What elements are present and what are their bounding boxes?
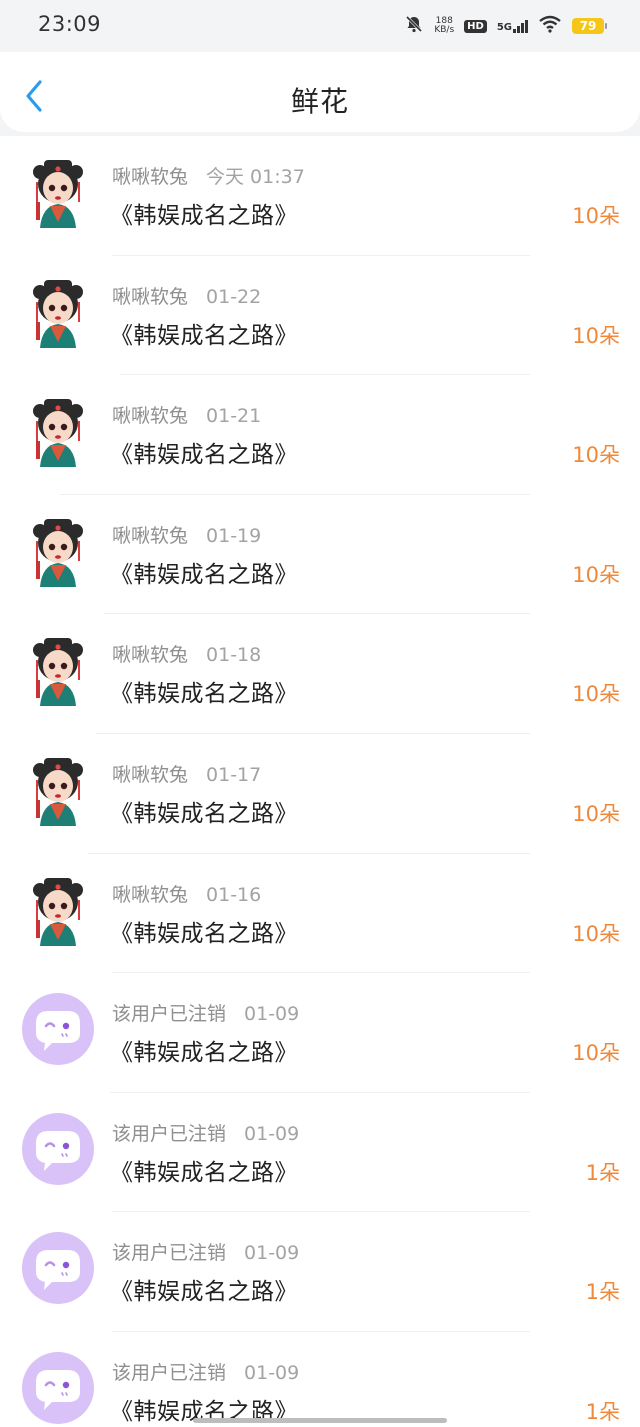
user-name[interactable]: 啾啾软兔 bbox=[112, 286, 188, 308]
flower-record-row[interactable]: 啾啾软兔 01-21 《韩娱成名之路》 10朵 bbox=[0, 375, 640, 495]
page-title: 鲜花 bbox=[290, 85, 349, 118]
flower-list[interactable]: 啾啾软兔 今天 01:37 《韩娱成名之路》 10朵 啾啾软兔 01-22 《韩娱成名之路》… bbox=[0, 136, 640, 1427]
record-date: 01-18 bbox=[206, 644, 262, 667]
record-meta: 啾啾软兔 01-22 bbox=[112, 282, 261, 309]
default-avatar[interactable] bbox=[22, 993, 94, 1065]
record-date: 今天 01:37 bbox=[206, 166, 305, 188]
user-name[interactable]: 啾啾软兔 bbox=[112, 166, 188, 188]
record-meta: 该用户已注销 01-09 bbox=[112, 1358, 299, 1385]
flower-amount: 1朵 bbox=[585, 1160, 620, 1185]
flower-record-row[interactable]: 啾啾软兔 01-18 《韩娱成名之路》 10朵 bbox=[0, 614, 640, 734]
user-name[interactable]: 啾啾软兔 bbox=[112, 405, 188, 427]
flower-record-row[interactable]: 啾啾软兔 01-22 《韩娱成名之路》 10朵 bbox=[0, 256, 640, 376]
record-date: 01-09 bbox=[244, 1003, 300, 1026]
flower-amount: 10朵 bbox=[572, 562, 620, 587]
flower-record-row[interactable]: 啾啾软兔 01-16 《韩娱成名之路》 10朵 bbox=[0, 854, 640, 974]
flower-amount: 1朵 bbox=[585, 1280, 620, 1305]
default-avatar[interactable] bbox=[22, 1232, 94, 1304]
net-speed: 188 KB/s bbox=[434, 17, 454, 35]
record-meta: 啾啾软兔 01-18 bbox=[112, 640, 261, 667]
status-bar: 23:09 188 KB/s HD 5G 79 bbox=[0, 0, 640, 52]
flower-amount: 10朵 bbox=[572, 682, 620, 707]
flower-record-row[interactable]: 该用户已注销 01-09 《韩娱成名之路》 1朵 bbox=[0, 1212, 640, 1332]
user-avatar[interactable] bbox=[22, 156, 94, 228]
record-date: 01-19 bbox=[206, 524, 262, 547]
book-title[interactable]: 《韩娱成名之路》 bbox=[110, 1033, 298, 1067]
status-time: 23:09 bbox=[38, 12, 102, 36]
user-name[interactable]: 该用户已注销 bbox=[112, 1123, 226, 1145]
nav-header: 鲜花 bbox=[0, 52, 640, 132]
user-avatar[interactable] bbox=[22, 276, 94, 348]
flower-record-row[interactable]: 啾啾软兔 01-17 《韩娱成名之路》 10朵 bbox=[0, 734, 640, 854]
net-speed-unit: KB/s bbox=[434, 25, 455, 35]
book-title[interactable]: 《韩娱成名之路》 bbox=[110, 555, 298, 589]
record-date: 01-22 bbox=[206, 285, 262, 308]
record-meta: 该用户已注销 01-09 bbox=[112, 1119, 299, 1146]
hd-badge: HD bbox=[464, 19, 487, 33]
user-name[interactable]: 该用户已注销 bbox=[112, 1003, 226, 1025]
mute-bell-icon bbox=[404, 14, 424, 38]
status-icons: 188 KB/s HD 5G 79 bbox=[404, 12, 607, 40]
book-title[interactable]: 《韩娱成名之路》 bbox=[110, 674, 298, 708]
user-name[interactable]: 该用户已注销 bbox=[112, 1242, 226, 1264]
default-avatar[interactable] bbox=[22, 1113, 94, 1185]
user-avatar[interactable] bbox=[22, 634, 94, 706]
user-name[interactable]: 啾啾软兔 bbox=[112, 525, 188, 547]
wifi-icon bbox=[538, 15, 562, 37]
book-title[interactable]: 《韩娱成名之路》 bbox=[110, 316, 298, 350]
user-avatar[interactable] bbox=[22, 515, 94, 587]
flower-amount: 10朵 bbox=[572, 443, 620, 468]
flower-amount: 10朵 bbox=[572, 921, 620, 946]
record-meta: 该用户已注销 01-09 bbox=[112, 999, 299, 1026]
record-date: 01-09 bbox=[244, 1361, 300, 1384]
book-title[interactable]: 《韩娱成名之路》 bbox=[110, 914, 298, 948]
flower-amount: 10朵 bbox=[572, 1041, 620, 1066]
record-date: 01-16 bbox=[206, 883, 262, 906]
record-meta: 啾啾软兔 01-16 bbox=[112, 880, 261, 907]
flower-amount: 10朵 bbox=[572, 801, 620, 826]
signal-icon: 5G bbox=[496, 19, 528, 33]
record-meta: 啾啾软兔 01-17 bbox=[112, 760, 261, 787]
record-date: 01-09 bbox=[244, 1242, 300, 1265]
record-meta: 该用户已注销 01-09 bbox=[112, 1238, 299, 1265]
flower-record-row[interactable]: 啾啾软兔 01-19 《韩娱成名之路》 10朵 bbox=[0, 495, 640, 615]
battery-icon: 79 bbox=[572, 18, 607, 34]
book-title[interactable]: 《韩娱成名之路》 bbox=[110, 435, 298, 469]
book-title[interactable]: 《韩娱成名之路》 bbox=[110, 794, 298, 828]
flower-amount: 1朵 bbox=[585, 1399, 620, 1424]
user-avatar[interactable] bbox=[22, 395, 94, 467]
user-name[interactable]: 啾啾软兔 bbox=[112, 644, 188, 666]
record-meta: 啾啾软兔 今天 01:37 bbox=[112, 162, 305, 189]
flower-amount: 10朵 bbox=[572, 204, 620, 228]
user-avatar[interactable] bbox=[22, 874, 94, 946]
record-date: 01-17 bbox=[206, 763, 262, 786]
default-avatar[interactable] bbox=[22, 1352, 94, 1424]
book-title[interactable]: 《韩娱成名之路》 bbox=[110, 1153, 298, 1187]
record-meta: 啾啾软兔 01-21 bbox=[112, 401, 261, 428]
flower-record-row[interactable]: 啾啾软兔 今天 01:37 《韩娱成名之路》 10朵 bbox=[0, 136, 640, 256]
flower-record-row[interactable]: 该用户已注销 01-09 《韩娱成名之路》 1朵 bbox=[0, 1332, 640, 1427]
user-avatar[interactable] bbox=[22, 754, 94, 826]
record-date: 01-09 bbox=[244, 1122, 300, 1145]
book-title[interactable]: 《韩娱成名之路》 bbox=[110, 1272, 298, 1306]
record-meta: 啾啾软兔 01-19 bbox=[112, 521, 261, 548]
flower-record-row[interactable]: 该用户已注销 01-09 《韩娱成名之路》 10朵 bbox=[0, 973, 640, 1093]
user-name[interactable]: 该用户已注销 bbox=[112, 1362, 226, 1384]
flower-amount: 10朵 bbox=[572, 323, 620, 348]
book-title[interactable]: 《韩娱成名之路》 bbox=[110, 196, 298, 230]
user-name[interactable]: 啾啾软兔 bbox=[112, 764, 188, 786]
user-name[interactable]: 啾啾软兔 bbox=[112, 884, 188, 906]
flower-record-row[interactable]: 该用户已注销 01-09 《韩娱成名之路》 1朵 bbox=[0, 1093, 640, 1213]
home-indicator[interactable] bbox=[193, 1418, 447, 1423]
record-date: 01-21 bbox=[206, 405, 262, 428]
network-label: 5G bbox=[496, 21, 512, 33]
